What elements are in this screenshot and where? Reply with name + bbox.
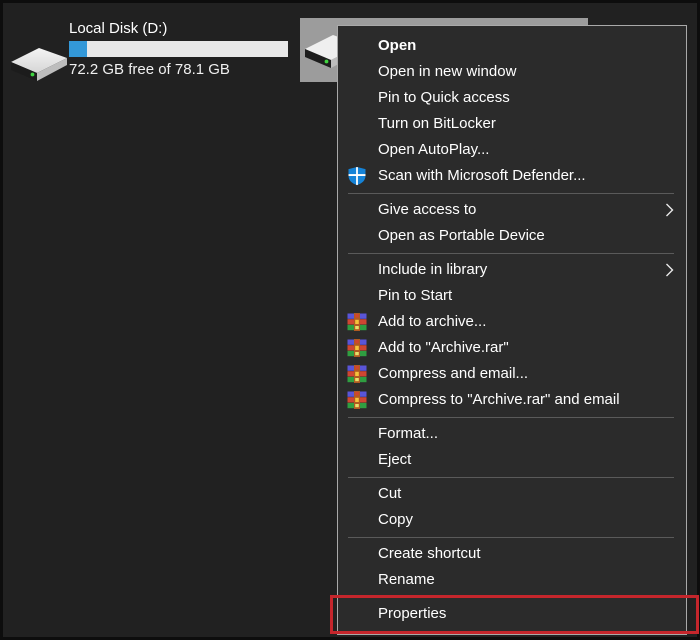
menu-item-label: Give access to	[378, 201, 477, 218]
defender-icon	[348, 167, 366, 186]
menu-item-pin-to-start[interactable]: Pin to Start	[338, 283, 686, 309]
menu-item-compress-to-archive-rar-and-email[interactable]: Compress to "Archive.rar" and email	[338, 387, 686, 413]
menu-item-format[interactable]: Format...	[338, 421, 686, 447]
hard-drive-icon	[11, 48, 67, 81]
menu-item-label: Open	[378, 37, 417, 54]
menu-separator	[348, 417, 674, 418]
menu-item-label: Open in new window	[378, 63, 517, 80]
menu-item-open-as-portable-device[interactable]: Open as Portable Device	[338, 223, 686, 249]
menu-item-label: Include in library	[378, 261, 488, 278]
menu-item-label: Open as Portable Device	[378, 227, 545, 244]
menu-item-turn-on-bitlocker[interactable]: Turn on BitLocker	[338, 111, 686, 137]
menu-item-label: Turn on BitLocker	[378, 115, 496, 132]
menu-item-label: Format...	[378, 425, 439, 442]
drive-capacity-bar	[69, 41, 288, 57]
menu-item-label: Properties	[378, 605, 447, 622]
drive-tile-local-disk-d[interactable]: Local Disk (D:) 72.2 GB free of 78.1 GB	[8, 18, 296, 84]
winrar-icon	[347, 313, 367, 331]
menu-item-label: Add to archive...	[378, 313, 487, 330]
menu-item-label: Copy	[378, 511, 414, 528]
menu-item-label: Pin to Start	[378, 287, 453, 304]
menu-item-create-shortcut[interactable]: Create shortcut	[338, 541, 686, 567]
menu-separator	[348, 253, 674, 254]
menu-separator	[348, 537, 674, 538]
winrar-icon	[347, 391, 367, 409]
menu-item-add-to-archive-rar[interactable]: Add to "Archive.rar"	[338, 335, 686, 361]
menu-item-scan-with-microsoft-defender[interactable]: Scan with Microsoft Defender...	[338, 163, 686, 189]
menu-item-label: Eject	[378, 451, 412, 468]
drive-free-space-text: 72.2 GB free of 78.1 GB	[69, 61, 230, 78]
menu-item-open-in-new-window[interactable]: Open in new window	[338, 59, 686, 85]
menu-item-add-to-archive[interactable]: Add to archive...	[338, 309, 686, 335]
menu-item-label: Pin to Quick access	[378, 89, 510, 106]
menu-item-pin-to-quick-access[interactable]: Pin to Quick access	[338, 85, 686, 111]
menu-item-open[interactable]: Open	[338, 33, 686, 59]
menu-separator	[348, 193, 674, 194]
submenu-arrow-icon	[666, 203, 674, 217]
menu-item-compress-and-email[interactable]: Compress and email...	[338, 361, 686, 387]
menu-item-label: Scan with Microsoft Defender...	[378, 167, 586, 184]
winrar-icon	[347, 339, 367, 357]
drive-capacity-bar-fill	[69, 41, 87, 57]
menu-item-open-autoplay[interactable]: Open AutoPlay...	[338, 137, 686, 163]
menu-item-label: Add to "Archive.rar"	[378, 339, 509, 356]
winrar-icon	[347, 365, 367, 383]
menu-item-give-access-to[interactable]: Give access to	[338, 197, 686, 223]
menu-separator	[348, 597, 674, 598]
menu-item-cut[interactable]: Cut	[338, 481, 686, 507]
desktop-explorer-area: Local Disk (D:) 72.2 GB free of 78.1 GB …	[0, 0, 700, 640]
menu-item-eject[interactable]: Eject	[338, 447, 686, 473]
menu-item-label: Cut	[378, 485, 402, 502]
menu-item-rename[interactable]: Rename	[338, 567, 686, 593]
menu-item-label: Create shortcut	[378, 545, 481, 562]
menu-separator	[348, 477, 674, 478]
menu-item-label: Rename	[378, 571, 435, 588]
submenu-arrow-icon	[666, 263, 674, 277]
drive-label: Local Disk (D:)	[69, 20, 168, 37]
menu-item-label: Compress to "Archive.rar" and email	[378, 391, 620, 408]
menu-item-label: Open AutoPlay...	[378, 141, 490, 158]
context-menu: Open Open in new window Pin to Quick acces…	[330, 25, 699, 635]
menu-item-include-in-library[interactable]: Include in library	[338, 257, 686, 283]
menu-item-copy[interactable]: Copy	[338, 507, 686, 533]
menu-item-label: Compress and email...	[378, 365, 529, 382]
menu-item-properties[interactable]: Properties	[330, 595, 699, 634]
